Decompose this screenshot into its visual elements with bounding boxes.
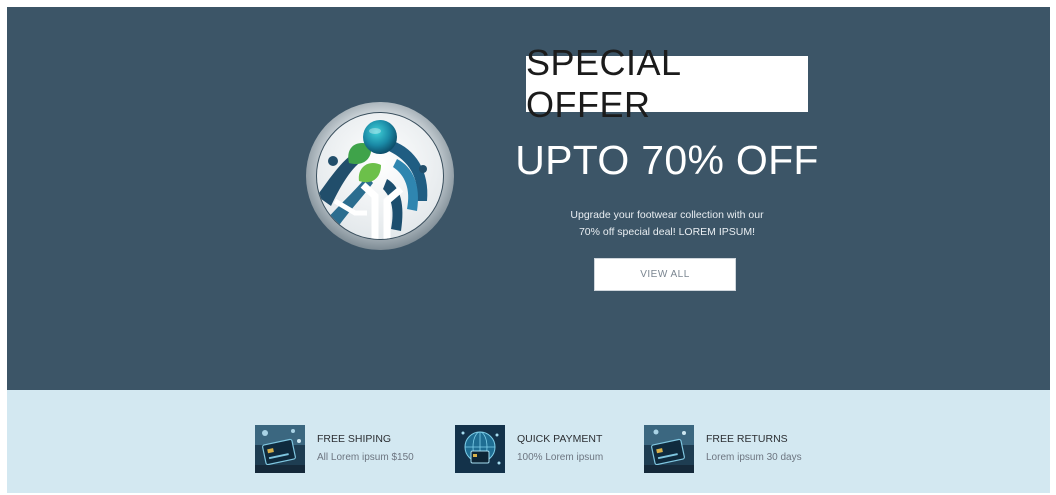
feature-title: FREE SHIPING	[317, 433, 392, 445]
feature-title: QUICK PAYMENT	[517, 433, 603, 445]
feature-quick-payment: QUICK PAYMENT 100% Lorem ipsum	[455, 425, 603, 475]
feature-free-returns: FREE RETURNS Lorem ipsum 30 days	[644, 425, 802, 475]
hero-description-line-2: 70% off special deal! LOREM IPSUM!	[578, 226, 756, 238]
feature-subtitle: All Lorem ipsum $150	[317, 452, 414, 463]
hero-headline: UPTO 70% OFF	[515, 137, 819, 183]
page: SPECIAL OFFER UPTO 70% OFF Upgrade your …	[0, 0, 1056, 495]
globe-card-icon	[455, 425, 505, 473]
hero-description: Upgrade your footwear collection with ou…	[540, 207, 794, 241]
hero-description-line-1: Upgrade your footwear collection with ou…	[570, 209, 764, 221]
feature-free-shipping: FREE SHIPING All Lorem ipsum $150	[255, 425, 414, 475]
special-offer-badge: SPECIAL OFFER	[526, 42, 808, 125]
payment-card-icon	[255, 425, 305, 473]
view-all-button[interactable]: VIEW ALL	[594, 258, 736, 291]
feature-title: FREE RETURNS	[706, 433, 788, 445]
payment-card-icon	[644, 425, 694, 473]
features-bar: FREE SHIPING All Lorem ipsum $150 QUICK …	[7, 390, 1050, 493]
feature-subtitle: Lorem ipsum 30 days	[706, 452, 802, 463]
feature-subtitle: 100% Lorem ipsum	[517, 452, 604, 463]
special-offer-label: SPECIAL OFFER	[526, 42, 681, 125]
brand-logo-icon	[306, 102, 454, 250]
